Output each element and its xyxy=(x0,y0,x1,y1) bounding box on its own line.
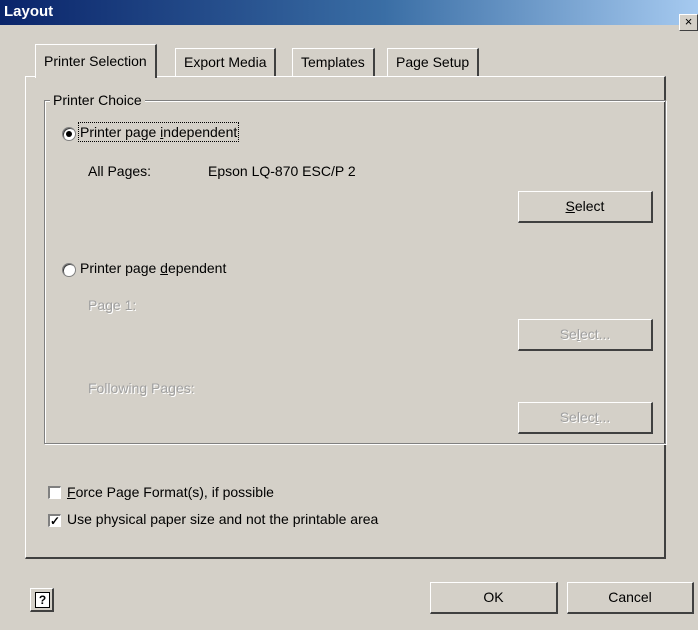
window-title: Layout xyxy=(4,3,54,20)
tab-label: Export Media xyxy=(184,54,267,70)
tab-page-setup[interactable]: Page Setup xyxy=(387,48,480,76)
tab-label: Page Setup xyxy=(396,54,470,70)
printer-dependent-label[interactable]: Printer page dependent xyxy=(80,260,226,276)
group-legend: Printer Choice xyxy=(50,92,145,108)
help-button[interactable]: ? xyxy=(30,588,54,612)
printer-dependent-radio[interactable] xyxy=(62,263,76,277)
page1-select-button[interactable]: Select... xyxy=(518,319,653,351)
printer-independent-label[interactable]: Printer page independent xyxy=(77,122,240,142)
radio-selected-dot xyxy=(66,131,72,137)
close-button[interactable]: × xyxy=(679,14,698,31)
use-physical-paper-checkbox[interactable]: ✓ xyxy=(48,514,61,527)
following-pages-label: Following Pages: xyxy=(88,380,195,396)
ok-button[interactable]: OK xyxy=(430,582,558,614)
force-page-format-checkbox[interactable] xyxy=(48,486,61,499)
tab-label: Printer Selection xyxy=(44,53,147,69)
all-pages-printer-value: Epson LQ-870 ESC/P 2 xyxy=(208,163,356,179)
tab-templates[interactable]: Templates xyxy=(292,48,375,76)
tab-export-media[interactable]: Export Media xyxy=(175,48,277,76)
close-icon: × xyxy=(684,14,693,29)
printer-independent-radio[interactable] xyxy=(62,127,76,141)
checkmark-icon: ✓ xyxy=(50,514,61,528)
use-physical-paper-label[interactable]: Use physical paper size and not the prin… xyxy=(67,511,378,527)
cancel-button[interactable]: Cancel xyxy=(567,582,694,614)
title-bar: Layout xyxy=(0,0,698,25)
following-select-button[interactable]: Select... xyxy=(518,402,653,434)
tab-label: Templates xyxy=(301,54,365,70)
all-pages-label: All Pages: xyxy=(88,163,152,179)
select-button[interactable]: Select xyxy=(518,191,653,223)
force-page-format-label[interactable]: Force Page Format(s), if possible xyxy=(67,484,274,500)
page1-label: Page 1: xyxy=(88,297,137,313)
help-icon: ? xyxy=(35,592,50,608)
tab-printer-selection[interactable]: Printer Selection xyxy=(35,44,157,78)
